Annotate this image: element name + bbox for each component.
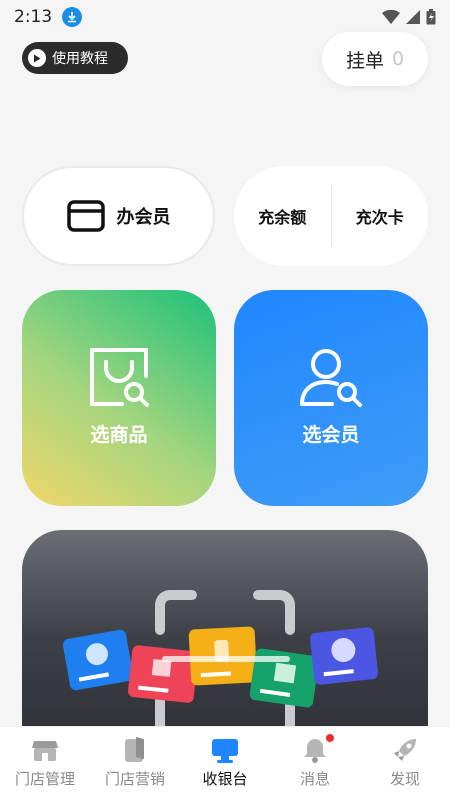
unread-badge — [325, 733, 335, 743]
open-member-label: 办会员 — [116, 207, 171, 228]
signal-icon — [406, 10, 420, 24]
hang-order-button[interactable]: 挂单 0 — [322, 32, 428, 86]
select-goods-tile[interactable]: 选商品 — [22, 290, 216, 506]
user-search-icon — [300, 349, 362, 407]
nav-label: 发现 — [389, 770, 420, 788]
recharge-balance-label: 充余额 — [258, 208, 307, 227]
recharge-group: 充余额 充次卡 — [234, 166, 428, 266]
tutorial-button[interactable]: 使用教程 — [22, 42, 128, 74]
download-icon — [62, 7, 83, 27]
nav-label: 消息 — [299, 770, 330, 788]
shopping-bag-search-icon — [90, 348, 149, 407]
select-goods-label: 选商品 — [90, 424, 148, 446]
hang-order-count: 0 — [391, 48, 405, 70]
card-icon — [66, 200, 105, 232]
nav-label: 门店营销 — [104, 770, 165, 788]
select-member-tile[interactable]: 选会员 — [234, 290, 428, 506]
hang-order-label: 挂单 — [345, 49, 384, 72]
nav-discover[interactable]: 发现 — [360, 727, 450, 797]
nav-messages[interactable]: 消息 — [270, 727, 360, 797]
nav-store-management[interactable]: 门店管理 — [0, 727, 90, 797]
cashier-icon — [211, 737, 239, 763]
wifi-icon — [382, 10, 400, 24]
nav-cashier[interactable]: 收银台 — [180, 727, 270, 797]
recharge-times-label: 充次卡 — [355, 208, 404, 227]
nav-label: 收银台 — [202, 770, 248, 788]
open-member-button[interactable]: 办会员 — [22, 166, 215, 266]
play-icon — [28, 49, 46, 67]
select-member-label: 选会员 — [302, 424, 360, 446]
battery-icon — [426, 9, 436, 25]
marketing-icon — [124, 737, 146, 763]
bell-icon — [303, 737, 327, 763]
rocket-icon — [392, 737, 418, 763]
nav-label: 门店管理 — [14, 770, 75, 788]
store-icon — [32, 737, 58, 763]
nav-store-marketing[interactable]: 门店营销 — [90, 727, 180, 797]
bottom-nav: 门店管理 门店营销 收银台 消息 发现 — [0, 726, 450, 797]
recharge-times-button[interactable]: 充次卡 — [332, 166, 429, 266]
status-bar: 2:13 — [0, 0, 450, 34]
tutorial-label: 使用教程 — [52, 51, 108, 67]
status-time: 2:13 — [14, 7, 53, 27]
recharge-balance-button[interactable]: 充余额 — [234, 166, 331, 266]
